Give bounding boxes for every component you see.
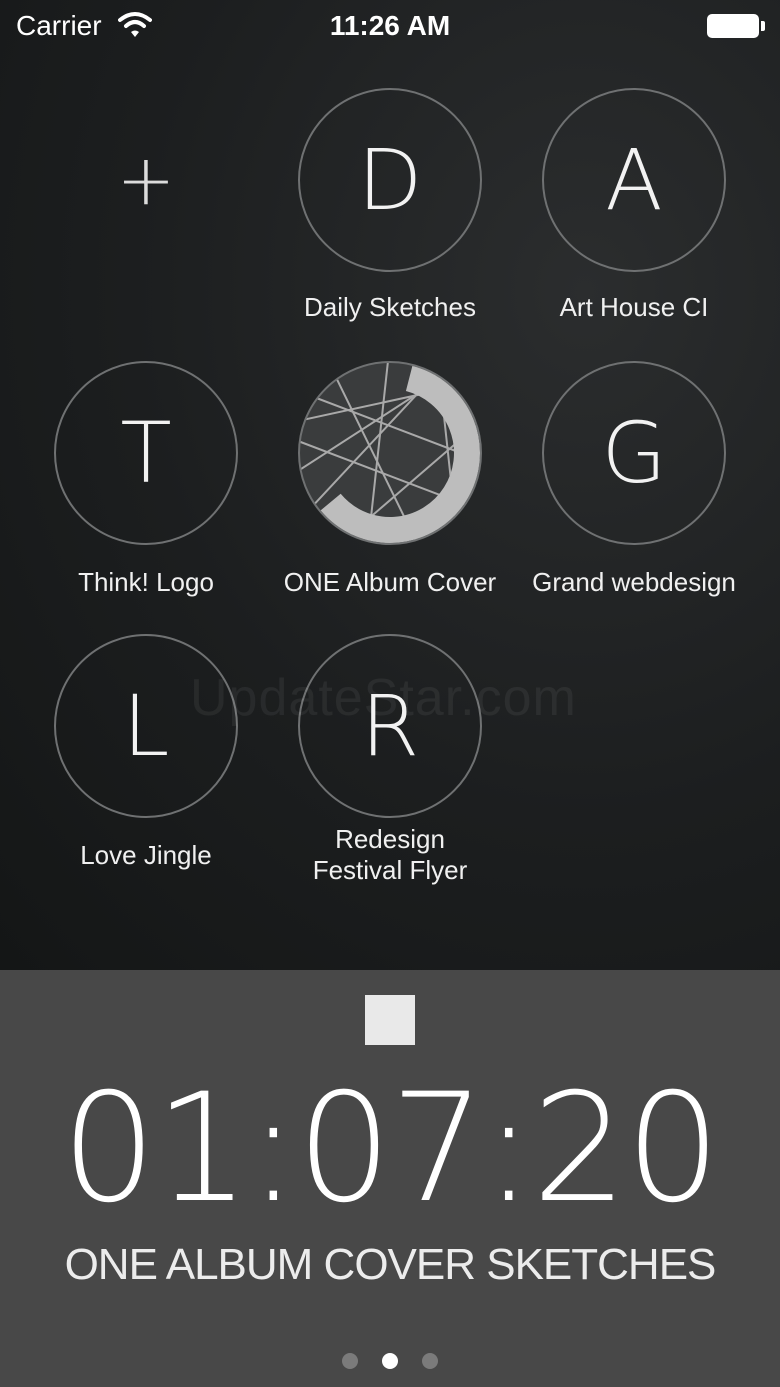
active-project-progress-ring[interactable]: [298, 361, 482, 545]
project-circle[interactable]: G: [542, 361, 726, 545]
project-circle[interactable]: A: [542, 88, 726, 272]
project-label: Think! Logo: [78, 567, 214, 597]
page-dot[interactable]: [422, 1353, 439, 1369]
status-bar: Carrier 11:26 AM: [0, 0, 780, 56]
project-circle[interactable]: D: [298, 88, 482, 272]
project-label: Redesign Festival Flyer: [312, 824, 468, 885]
project-circle[interactable]: T: [54, 361, 238, 545]
timer-panel: 01:07:20 ONE ALBUM COVER SKETCHES: [0, 970, 780, 1387]
page-indicator[interactable]: [0, 1353, 780, 1374]
project-label: Daily Sketches: [304, 292, 476, 322]
timer-project-title: ONE ALBUM COVER SKETCHES: [64, 1240, 717, 1289]
project-label: ONE Album Cover: [283, 567, 497, 597]
add-project-circle[interactable]: +: [54, 88, 238, 272]
status-clock: 11:26 AM: [329, 10, 451, 41]
page-dot-active[interactable]: [382, 1353, 398, 1369]
battery-icon: [707, 14, 759, 38]
project-label: Love Jingle: [80, 840, 212, 870]
watermark: UpdateStar.com: [190, 669, 577, 727]
stop-icon[interactable]: [365, 995, 415, 1045]
timer-display: 01:07:20: [61, 1062, 721, 1236]
projects-area: Carrier 11:26 AM + D Daily Sketches A Ar…: [0, 0, 780, 970]
battery-tip: [761, 21, 765, 31]
plus-icon[interactable]: +: [117, 139, 176, 221]
page-dot[interactable]: [341, 1353, 358, 1369]
project-label: Grand webdesign: [532, 567, 736, 597]
project-label: Art House CI: [559, 292, 709, 322]
